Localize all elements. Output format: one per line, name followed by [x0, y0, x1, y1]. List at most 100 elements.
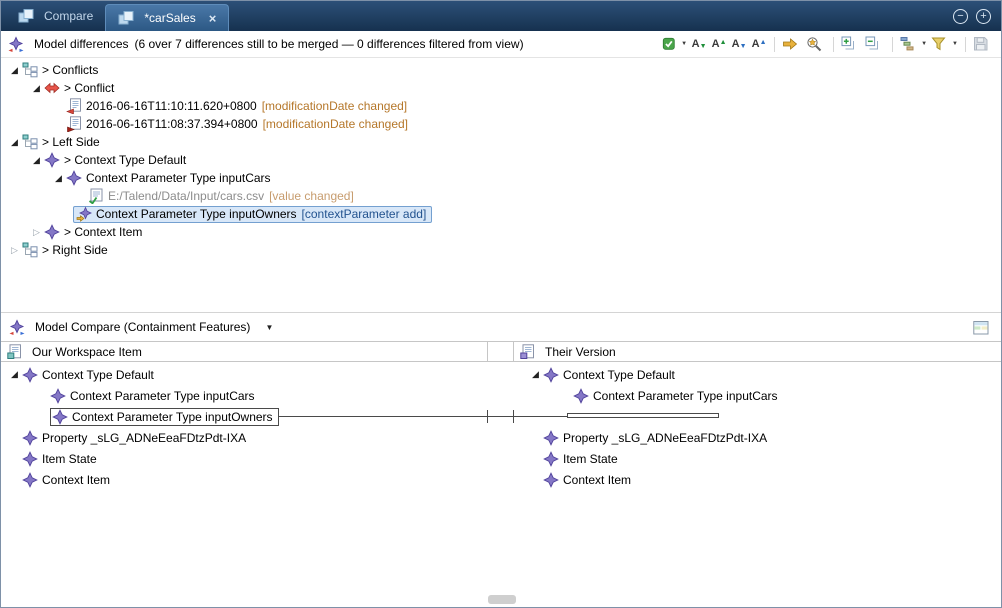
- tree-row-input-cars[interactable]: ◢ Context Parameter Type inputCars: [1, 169, 1001, 187]
- save-button[interactable]: [972, 34, 994, 54]
- previous-difference-button[interactable]: A▲: [710, 34, 728, 54]
- expand-toggle-icon[interactable]: ◢: [51, 173, 66, 184]
- tree-label: > Conflicts: [42, 63, 98, 77]
- tree-row-context-item[interactable]: Context Item: [1, 469, 488, 490]
- horizontal-scrollbar-thumb[interactable]: [488, 595, 516, 604]
- expand-all-button[interactable]: [840, 34, 862, 54]
- tree-row-context-type-default[interactable]: ◢ Context Type Default: [1, 364, 488, 385]
- diff-toolbar: ▼ A▼ A▲ A▼ A▲ ▼ ▼: [661, 34, 994, 54]
- previous-difference-icon: A: [712, 38, 720, 50]
- tree-label: Context Parameter Type inputCars: [86, 171, 271, 185]
- previous-unresolved-button[interactable]: A▲: [750, 34, 768, 54]
- dropdown-caret-icon[interactable]: ▼: [921, 41, 927, 47]
- column-header-label: Our Workspace Item: [32, 345, 142, 359]
- tree-label: Property _sLG_ADNeEeaFDtzPdt-IXA: [42, 431, 246, 445]
- tree-row-input-cars[interactable]: Context Parameter Type inputCars: [1, 385, 488, 406]
- left-compare-tree: ◢ Context Type Default Context Parameter…: [1, 364, 488, 593]
- model-differences-header: Model differences (6 over 7 differences …: [1, 31, 1001, 58]
- tree-label: Context Type Default: [42, 368, 154, 382]
- filter-differences-button[interactable]: ▼: [930, 34, 959, 54]
- expand-toggle-icon[interactable]: ◢: [7, 369, 22, 380]
- emf-object-icon: [22, 472, 38, 488]
- table-view-toggle-icon[interactable]: [973, 320, 989, 336]
- group-differences-button[interactable]: ▼: [899, 34, 928, 54]
- expand-toggle-icon[interactable]: ◢: [7, 137, 22, 148]
- tree-row-right-side[interactable]: ▷ > Right Side: [1, 241, 1001, 259]
- tree-row-property[interactable]: Property _sLG_ADNeEeaFDtzPdt-IXA: [514, 427, 1001, 448]
- tree-row-date-change-left[interactable]: 2016-06-16T11:10:11.620+0800 [modificati…: [1, 97, 1001, 115]
- tree-row-property[interactable]: Property _sLG_ADNeEeaFDtzPdt-IXA: [1, 427, 488, 448]
- filter-differences-icon: [931, 36, 947, 52]
- tree-row-item-state[interactable]: Item State: [514, 448, 1001, 469]
- tree-row-conflicts[interactable]: ◢ > Conflicts: [1, 61, 1001, 79]
- tree-row-context-type-default[interactable]: ◢ Context Type Default: [514, 364, 1001, 385]
- tree-label: Context Parameter Type inputOwners: [72, 410, 273, 424]
- diff-connector-line: [257, 416, 569, 417]
- right-column-header[interactable]: Their Version: [514, 342, 1001, 361]
- change-kind-label: [modificationDate changed]: [263, 117, 408, 131]
- tab-compare[interactable]: Compare: [6, 1, 105, 31]
- change-kind-label: [contextParameter add]: [302, 207, 427, 221]
- merge-all-icon: [782, 36, 798, 52]
- tree-row-left-side[interactable]: ◢ > Left Side: [1, 133, 1001, 151]
- tree-row-item-state[interactable]: Item State: [1, 448, 488, 469]
- minimize-view-icon[interactable]: −: [953, 9, 968, 24]
- collapse-all-button[interactable]: [864, 34, 886, 54]
- tree-row-date-change-right[interactable]: 2016-06-16T11:08:37.394+0800 [modificati…: [1, 115, 1001, 133]
- model-compare-icon: [9, 319, 25, 335]
- dropdown-caret-icon[interactable]: ▼: [952, 41, 958, 47]
- expand-toggle-icon[interactable]: ◢: [7, 65, 22, 76]
- tree-row-input-cars[interactable]: Context Parameter Type inputCars: [514, 385, 1001, 406]
- emf-object-icon: [543, 367, 559, 383]
- attribute-change-left-icon: [66, 98, 82, 114]
- save-icon: [973, 36, 989, 52]
- left-column-header[interactable]: Our Workspace Item: [1, 342, 488, 361]
- tab-close-icon[interactable]: ×: [209, 12, 217, 25]
- emf-object-icon: [543, 451, 559, 467]
- tree-row-cars-csv[interactable]: E:/Talend/Data/Input/cars.csv [value cha…: [1, 187, 1001, 205]
- tree-row-context-item[interactable]: Context Item: [514, 469, 1001, 490]
- previous-unresolved-icon: A: [752, 38, 760, 50]
- tree-row-context-item[interactable]: ▷ > Context Item: [1, 223, 1001, 241]
- toolbar-separator: [833, 37, 834, 52]
- next-unresolved-button[interactable]: A▼: [730, 34, 748, 54]
- section-title: Model differences: [34, 37, 129, 51]
- search-changes-button[interactable]: [805, 34, 827, 54]
- tree-row-input-owners[interactable]: Context Parameter Type inputOwners [cont…: [1, 205, 1001, 223]
- next-difference-button[interactable]: A▼: [690, 34, 708, 54]
- tab-label: *carSales: [144, 11, 195, 25]
- tab-carsales[interactable]: *carSales ×: [105, 4, 229, 31]
- dropdown-caret-icon[interactable]: ▼: [681, 41, 687, 47]
- expand-toggle-icon[interactable]: ▷: [29, 227, 44, 238]
- expand-toggle-icon[interactable]: ◢: [29, 155, 44, 166]
- side-group-icon: [22, 242, 38, 258]
- tree-row-conflict[interactable]: ◢ > Conflict: [1, 79, 1001, 97]
- tree-label: Context Parameter Type inputCars: [593, 389, 778, 403]
- matched-node-box[interactable]: Context Parameter Type inputOwners: [50, 408, 279, 426]
- tree-label: Item State: [563, 452, 618, 466]
- insertion-marker: [567, 413, 719, 418]
- emf-object-icon: [66, 170, 82, 186]
- editor-tab-bar: Compare *carSales × − +: [1, 1, 1001, 31]
- merge-all-button[interactable]: [781, 34, 803, 54]
- connector-tick: [487, 410, 488, 423]
- tree-label: > Left Side: [42, 135, 100, 149]
- emf-object-icon: [22, 367, 38, 383]
- their-version-icon: [520, 344, 536, 360]
- tree-row-context-type-default[interactable]: ◢ > Context Type Default: [1, 151, 1001, 169]
- expand-toggle-icon[interactable]: ◢: [528, 369, 543, 380]
- search-changes-icon: [806, 36, 822, 52]
- compare-editor-window: Compare *carSales × − + Model difference…: [0, 0, 1002, 608]
- expand-toggle-icon[interactable]: ▷: [7, 245, 22, 256]
- model-differences-tree: ◢ > Conflicts ◢ > Conflict 2016-06-16T11…: [1, 58, 1001, 312]
- selected-difference[interactable]: Context Parameter Type inputOwners [cont…: [73, 206, 432, 223]
- tree-label: Item State: [42, 452, 97, 466]
- expand-toggle-icon[interactable]: ◢: [29, 83, 44, 94]
- tree-label: Context Parameter Type inputOwners: [96, 207, 297, 221]
- mark-resolved-button[interactable]: ▼: [661, 34, 688, 54]
- group-differences-icon: [900, 36, 916, 52]
- viewer-dropdown-caret-icon[interactable]: ▼: [265, 323, 273, 332]
- maximize-view-icon[interactable]: +: [976, 9, 991, 24]
- workspace-item-icon: [7, 344, 23, 360]
- context-parameter-add-icon: [76, 206, 92, 222]
